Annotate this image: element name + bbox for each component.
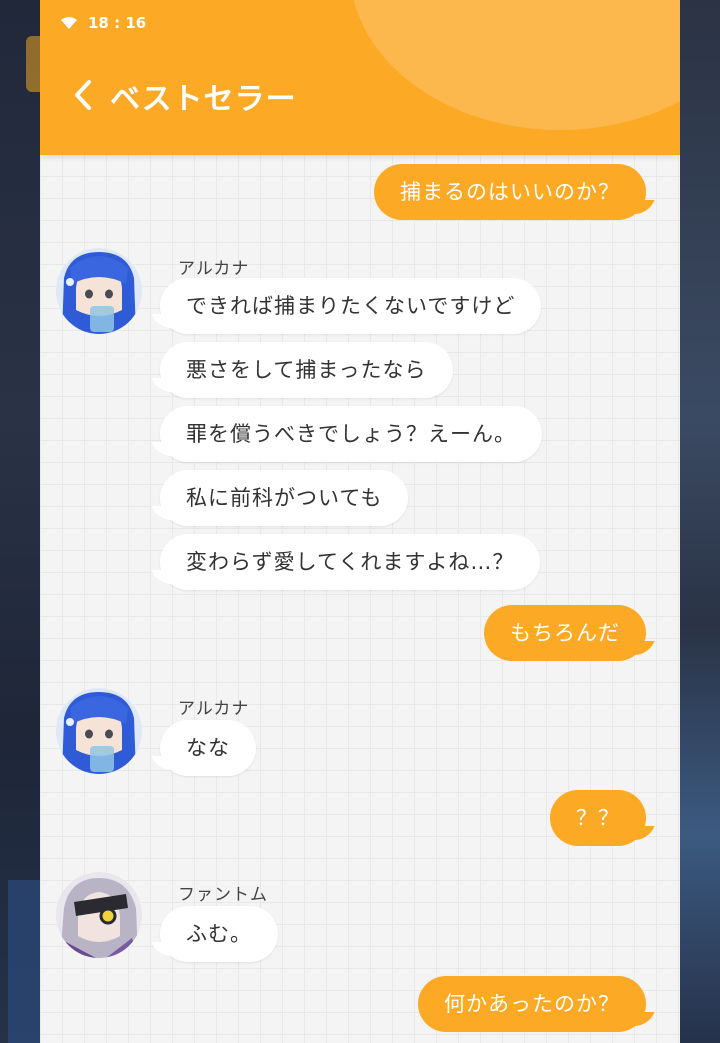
avatar[interactable] bbox=[56, 872, 142, 958]
message-text: 悪さをして捕まったなら bbox=[186, 358, 427, 382]
background-tile bbox=[8, 880, 40, 1043]
incoming-message-bubble: なな bbox=[160, 720, 256, 776]
avatar-phantom-image bbox=[56, 872, 142, 958]
message-text: 罪を償うべきでしょう？えーん。 bbox=[186, 422, 516, 446]
background-right-strip bbox=[680, 0, 720, 1043]
message-text: 私に前科がついても bbox=[186, 486, 383, 510]
wifi-icon bbox=[61, 17, 77, 29]
message-text: ふむ。 bbox=[186, 922, 252, 946]
message-text: もちろんだ bbox=[510, 621, 620, 645]
avatar-arcana-image bbox=[56, 248, 142, 334]
incoming-message-bubble: 悪さをして捕まったなら bbox=[160, 342, 453, 398]
sender-name: アルカナ bbox=[178, 699, 250, 719]
incoming-message-bubble: 変わらず愛してくれますよね…？ bbox=[160, 534, 541, 590]
chat-title: ベストセラー bbox=[110, 82, 297, 117]
message-text: 変わらず愛してくれますよね…？ bbox=[186, 550, 515, 574]
outgoing-message-bubble: ？？ bbox=[550, 790, 646, 846]
status-bar: 18 : 16 bbox=[60, 14, 146, 32]
sender-name: ファントム bbox=[178, 885, 268, 905]
background-left-strip bbox=[0, 0, 40, 1043]
incoming-message-bubble: できれば捕まりたくないですけど bbox=[160, 278, 542, 334]
outgoing-message-bubble: もちろんだ bbox=[484, 605, 646, 661]
outgoing-message-bubble: 何かあったのか？ bbox=[418, 976, 646, 1032]
message-text: なな bbox=[186, 736, 230, 760]
message-text: 捕まるのはいいのか？ bbox=[400, 180, 620, 204]
avatar-arcana-image bbox=[56, 688, 142, 774]
sender-name: アルカナ bbox=[178, 259, 250, 279]
incoming-message-bubble: 罪を償うべきでしょう？えーん。 bbox=[160, 406, 542, 462]
header-decoration bbox=[350, 0, 680, 130]
incoming-message-bubble: ふむ。 bbox=[160, 906, 278, 962]
outgoing-message-bubble: 捕まるのはいいのか？ bbox=[374, 164, 646, 220]
status-time: 18 : 16 bbox=[88, 14, 147, 32]
chat-header: 18 : 16 ベストセラー bbox=[40, 0, 680, 155]
avatar[interactable] bbox=[56, 688, 142, 774]
message-text: ？？ bbox=[576, 806, 620, 830]
avatar[interactable] bbox=[56, 248, 142, 334]
incoming-message-bubble: 私に前科がついても bbox=[160, 470, 409, 526]
chat-panel: 18 : 16 ベストセラー 捕まるのはいいのか？ アルカナ できれば捕まりたく… bbox=[40, 0, 680, 1043]
message-text: 何かあったのか？ bbox=[444, 992, 620, 1016]
background-tile bbox=[26, 36, 40, 92]
chevron-left-icon[interactable] bbox=[70, 78, 96, 112]
message-text: できれば捕まりたくないですけど bbox=[186, 294, 516, 318]
